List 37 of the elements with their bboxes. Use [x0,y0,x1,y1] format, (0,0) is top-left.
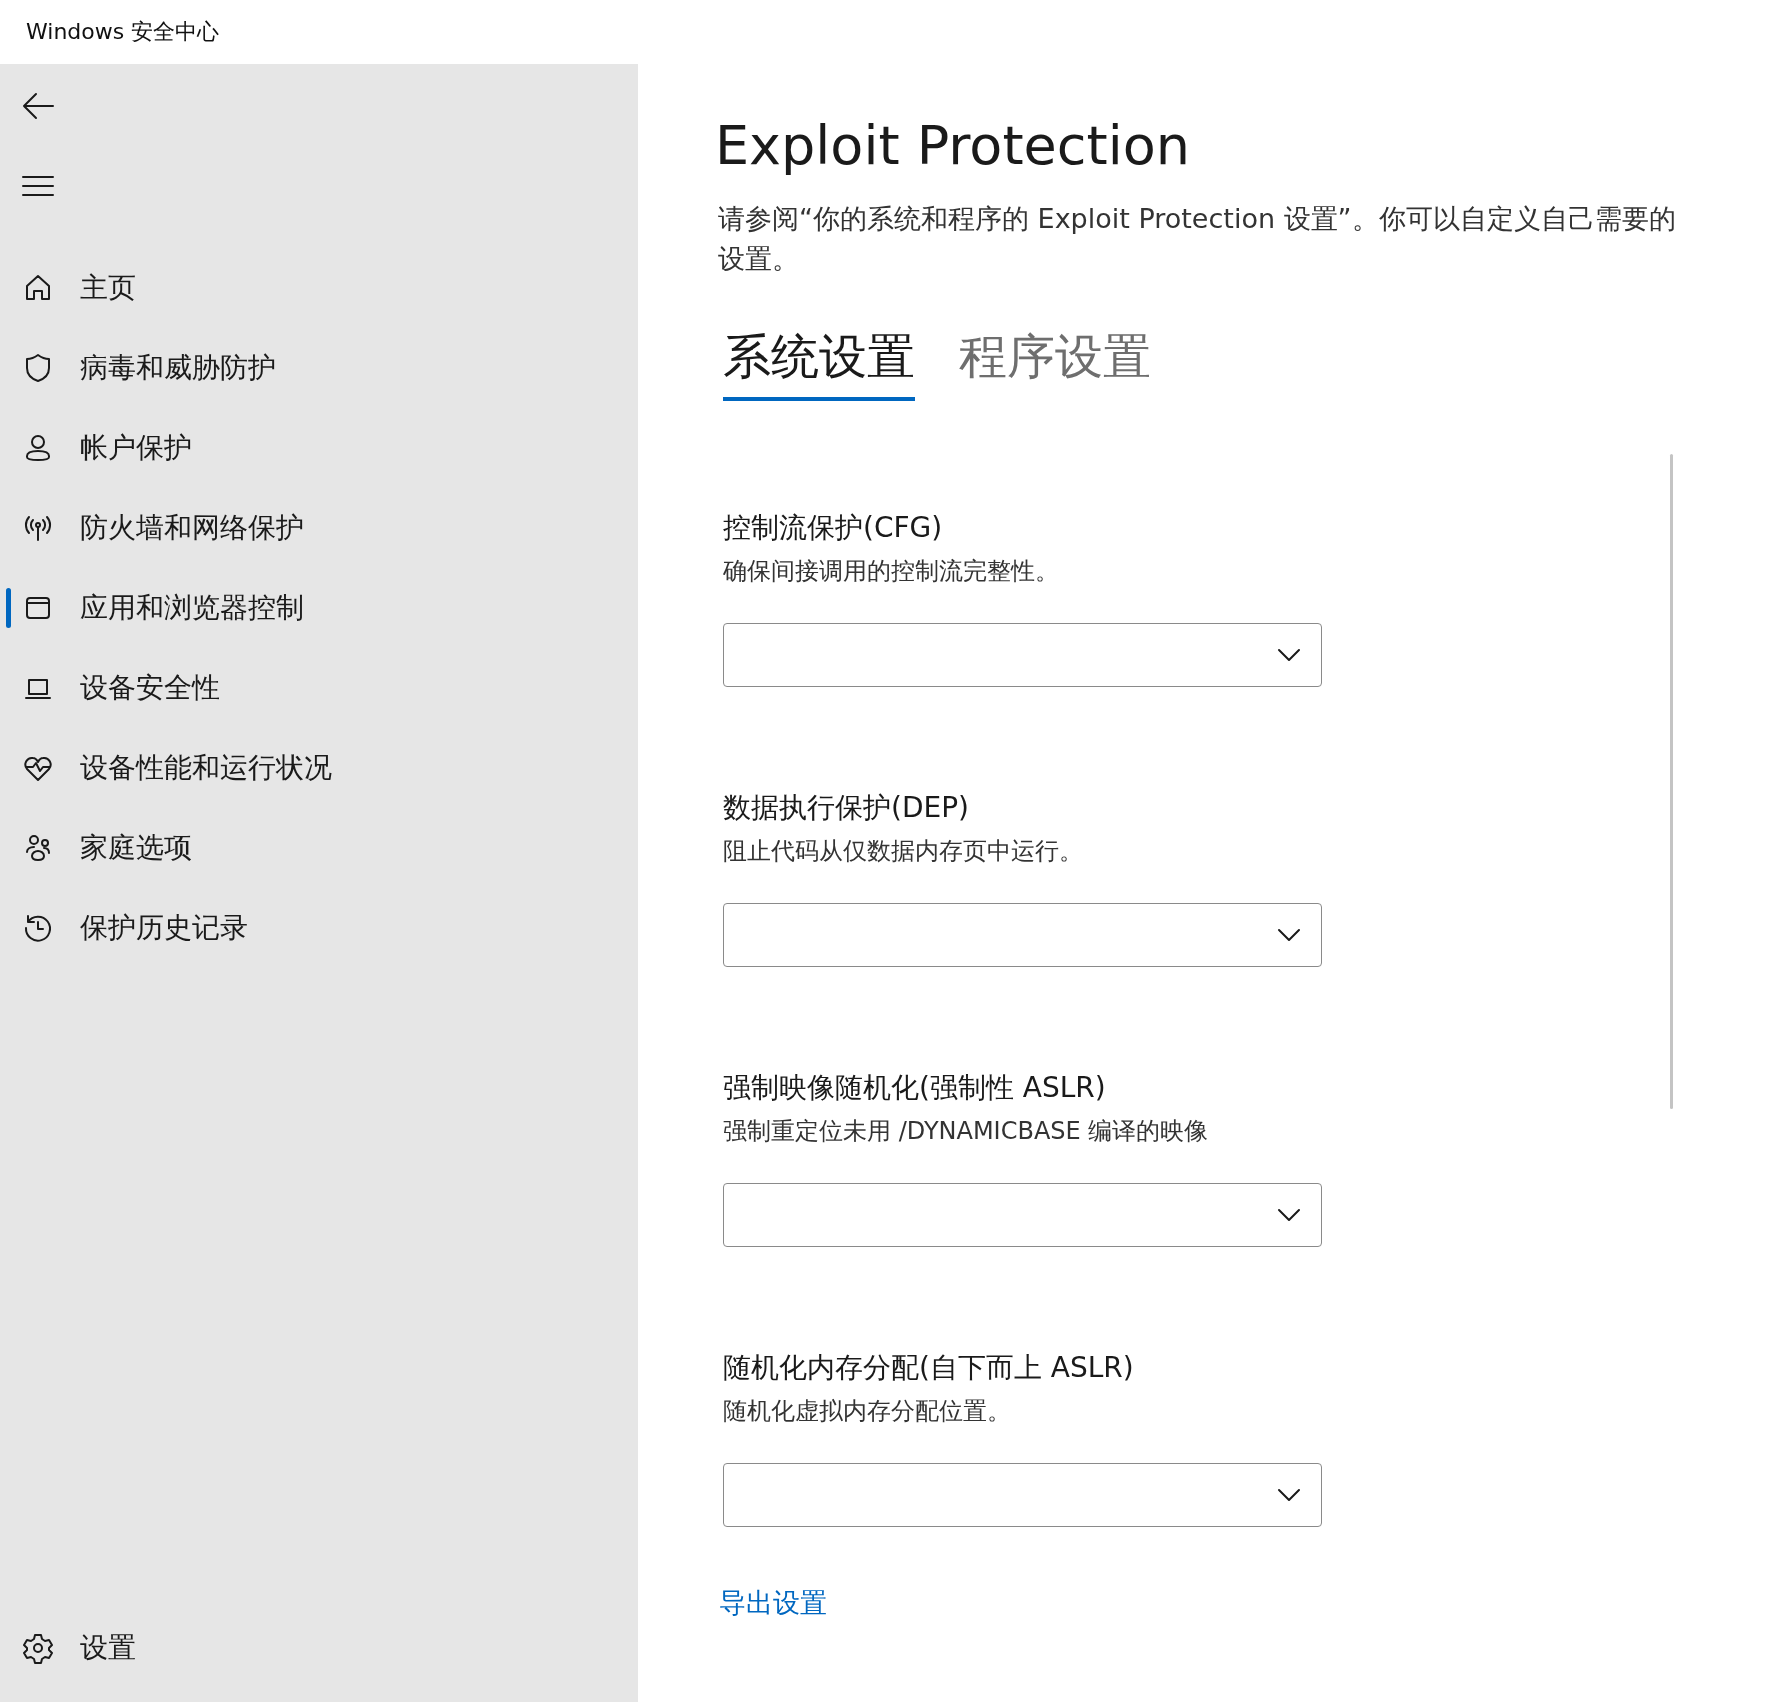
chevron-down-icon [1277,1208,1301,1222]
scrollbar[interactable] [1670,454,1673,1109]
section-description: 阻止代码从仅数据内存页中运行。 [723,836,1084,867]
section-description: 确保间接调用的控制流完整性。 [723,556,1060,587]
section-title: 数据执行保护(DEP) [723,790,970,826]
page-description: 请参阅“你的系统和程序的 Exploit Protection 设置”。你可以自定义自己需要的设置。 [718,202,1677,276]
sidebar-item[interactable]: 应用和浏览器控制 [0,568,638,648]
chevron-down-icon [1277,928,1301,942]
section-description: 随机化虚拟内存分配位置。 [723,1396,1012,1427]
history-icon [22,912,54,944]
sidebar-item[interactable]: 病毒和威胁防护 [0,328,638,408]
menu-icon [21,175,55,197]
sidebar-item[interactable]: 家庭选项 [0,808,638,888]
chevron-down-icon [1277,1488,1301,1502]
sidebar-item[interactable]: 设备性能和运行状况 [0,728,638,808]
dropdown[interactable] [723,1463,1322,1527]
dropdown[interactable] [723,1183,1322,1247]
sidebar-item[interactable]: 帐户保护 [0,408,638,488]
section-description: 强制重定位未用 /DYNAMICBASE 编译的映像 [723,1116,1210,1147]
tab[interactable]: 程序设置 [959,325,1151,401]
window-title: Windows 安全中心 [26,18,220,46]
sidebar-item[interactable]: 防火墙和网络保护 [0,488,638,568]
sidebar-item[interactable]: 设备安全性 [0,648,638,728]
page-title: Exploit Protection [715,114,1191,177]
dropdown[interactable] [723,903,1322,967]
section-title: 随机化内存分配(自下而上 ASLR) [723,1350,1135,1386]
chevron-down-icon [1277,648,1301,662]
settings-item[interactable]: 设置 [0,1608,638,1688]
back-arrow-icon [21,91,55,121]
dropdown[interactable] [723,623,1322,687]
export-settings-link[interactable]: 导出设置 [719,1585,827,1621]
sidebar-item[interactable]: 主页 [0,248,638,328]
sidebar-item[interactable]: 保护历史记录 [0,888,638,968]
tab[interactable]: 系统设置 [723,325,915,401]
section-title: 强制映像随机化(强制性 ASLR) [723,1070,1107,1106]
settings-icon [22,1632,54,1664]
section-title: 控制流保护(CFG) [723,510,944,546]
